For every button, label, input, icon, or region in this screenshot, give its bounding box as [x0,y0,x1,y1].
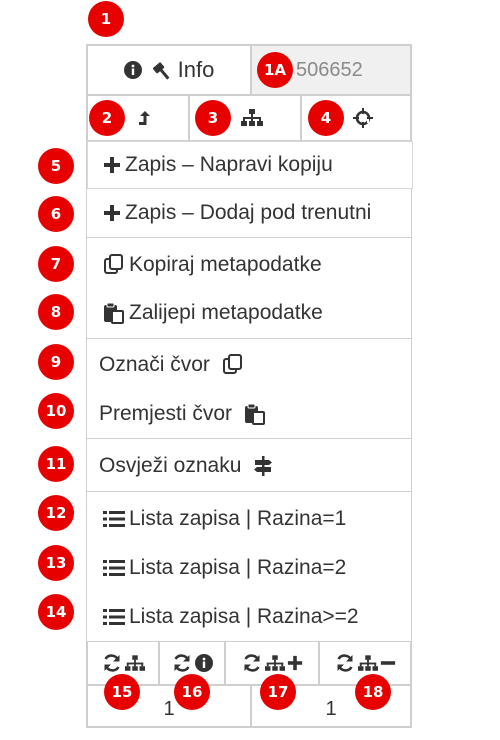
badge-9: 9 [38,344,74,380]
menu-item-add-under-current[interactable]: Zapis – Dodaj pod trenutni [87,189,427,237]
menu-item-list-level-2[interactable]: Lista zapisa | Razina=2 [87,544,427,592]
badge-17: 17 [260,674,296,710]
sitemap-icon [264,654,285,672]
sitemap-icon [241,109,263,127]
menu-item-label: Zapis – Napravi kopiju [125,153,333,176]
plus-icon [103,156,121,174]
menu-divider [87,338,411,339]
badge-5: 5 [38,148,74,184]
crosshair-icon [353,108,373,128]
copy-icon [103,254,125,276]
badge-11: 11 [38,446,74,482]
menu-item-list-level-2-plus[interactable]: Lista zapisa | Razina>=2 [87,593,427,641]
gavel-icon [152,60,174,80]
info-circle-icon [123,61,142,79]
arrow-up-icon [137,109,151,127]
badge-15: 15 [104,674,140,710]
menu-item-copy-record[interactable]: Zapis – Napravi kopiju [87,141,427,189]
badge-1: 1 [88,1,124,37]
menu-item-label: Lista zapisa | Razina=1 [129,507,347,530]
menu-divider [87,491,411,492]
menu-item-label: Osvježi oznaku [99,454,242,477]
paste-icon [244,403,266,425]
badge-8: 8 [38,294,74,330]
badge-16: 16 [174,674,210,710]
badge-14: 14 [38,594,74,630]
menu-item-list-level-1[interactable]: Lista zapisa | Razina=1 [87,495,427,543]
badge-18: 18 [355,674,391,710]
info-label: Info [177,57,215,82]
paste-icon [103,302,125,324]
menu-item-label: Zalijepi metapodatke [129,301,323,324]
badge-13: 13 [38,545,74,581]
menu-item-copy-metadata[interactable]: Kopiraj metapodatke [87,241,427,289]
menu-item-label: Zapis – Dodaj pod trenutni [125,201,372,224]
context-menu-panel: Info 506652 Zapis – Napravi kopiju Zapis… [86,44,413,728]
minus-icon [380,655,396,671]
record-id-value: 506652 [296,58,363,81]
badge-1a: 1A [257,52,293,88]
menu-item-label: Lista zapisa | Razina=2 [129,556,347,579]
badge-7: 7 [38,246,74,282]
menu-item-label: Premjesti čvor [99,402,233,425]
menu-item-label: Lista zapisa | Razina>=2 [129,605,359,628]
info-button[interactable]: Info [87,45,251,95]
badge-4: 4 [308,100,344,136]
badge-10: 10 [38,393,74,429]
count-left-value: 1 [163,697,175,720]
list-icon [103,510,125,528]
info-circle-icon [194,654,213,672]
list-icon [103,608,125,626]
count-right-value: 1 [325,697,337,720]
menu-item-paste-metadata[interactable]: Zalijepi metapodatke [87,289,427,337]
menu-item-label: Označi čvor [99,353,210,376]
refresh-icon [172,653,192,673]
badge-12: 12 [38,495,74,531]
copy-icon [222,354,244,376]
menu-item-label: Kopiraj metapodatke [129,253,322,276]
plus-icon [103,204,121,222]
refresh-icon [102,653,122,673]
menu-item-mark-node[interactable]: Označi čvor [87,341,423,389]
list-icon [103,559,125,577]
menu-divider [87,438,411,439]
plus-icon [287,655,303,671]
menu-item-refresh-label[interactable]: Osvježi oznaku [87,441,423,491]
menu-divider [87,237,411,238]
refresh-icon [242,653,262,673]
refresh-icon [335,653,355,673]
badge-2: 2 [89,100,125,136]
sitemap-icon [357,654,378,672]
sitemap-icon [124,654,145,672]
menu-item-move-node[interactable]: Premjesti čvor [87,390,423,438]
badge-3: 3 [195,100,231,136]
badge-6: 6 [38,196,74,232]
signpost-icon [253,455,273,477]
